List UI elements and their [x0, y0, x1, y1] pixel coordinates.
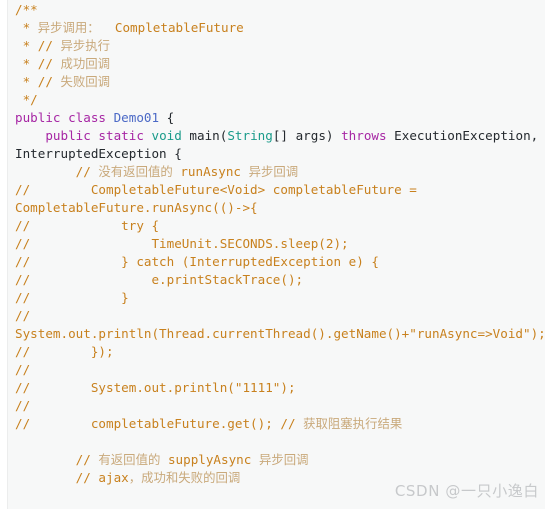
code-line: * // 失败回调	[15, 73, 545, 91]
code-token: runAsync	[172, 164, 249, 179]
code-token: [] args)	[272, 128, 342, 143]
code-token: void	[151, 128, 190, 143]
code-line: */	[15, 91, 545, 109]
csdn-watermark: CSDN @一只小逸白	[394, 482, 539, 500]
code-token: // ajax	[15, 470, 129, 485]
code-token: * //	[15, 74, 61, 89]
code-line: InterruptedException {	[15, 145, 545, 163]
code-line: //	[15, 397, 545, 415]
code-snippet-block: /** * 异步调用： CompletableFuture * // 异步执行 …	[7, 0, 545, 509]
code-token: //	[15, 308, 31, 323]
code-token: // CompletableFuture<Void> completableFu…	[15, 182, 417, 197]
code-line: // completableFuture.get(); // 获取阻塞执行结果	[15, 415, 545, 433]
code-line: CompletableFuture.runAsync(()->{	[15, 199, 545, 217]
code-line: // e.printStackTrace();	[15, 271, 545, 289]
code-token: System.out.println(Thread.currentThread(…	[15, 326, 545, 341]
code-lines-container: /** * 异步调用： CompletableFuture * // 异步执行 …	[15, 1, 545, 487]
code-token: CompletableFuture.runAsync(()->{	[15, 200, 258, 215]
code-token: 失败回调	[60, 74, 111, 89]
code-line: // } catch (InterruptedException e) {	[15, 253, 545, 271]
code-token: 成功回调	[60, 56, 111, 71]
code-token: //	[15, 398, 31, 413]
code-line: public static void main(String[] args) t…	[15, 127, 545, 145]
code-token: 异步调用：	[37, 20, 100, 35]
code-token: // TimeUnit.SECONDS.sleep(2);	[15, 236, 349, 251]
code-line: // });	[15, 343, 545, 361]
code-token: 异步回调	[258, 452, 309, 467]
code-token: // }	[15, 290, 129, 305]
code-token: 异步回调	[248, 164, 299, 179]
code-line: // TimeUnit.SECONDS.sleep(2);	[15, 235, 545, 253]
code-line: * // 成功回调	[15, 55, 545, 73]
code-line: // CompletableFuture<Void> completableFu…	[15, 181, 545, 199]
code-token: */	[15, 92, 38, 107]
code-token: main(	[189, 128, 228, 143]
code-token: {	[159, 110, 175, 125]
code-token: public static	[45, 128, 152, 143]
code-line: public class Demo01 {	[15, 109, 545, 127]
code-line: // 有返回值的 supplyAsync 异步回调	[15, 451, 545, 469]
code-token: // e.printStackTrace();	[15, 272, 304, 287]
code-token: CompletableFuture	[99, 20, 244, 35]
code-line: // System.out.println("1111");	[15, 379, 545, 397]
code-line: * // 异步执行	[15, 37, 545, 55]
code-token: * //	[15, 38, 61, 53]
code-token: InterruptedException {	[15, 146, 182, 161]
code-token: //	[15, 164, 99, 179]
code-token: 没有返回值的	[98, 164, 173, 179]
code-token: // } catch (InterruptedException e) {	[15, 254, 379, 269]
code-line: * 异步调用： CompletableFuture	[15, 19, 545, 37]
code-token: 有返回值的	[98, 452, 161, 467]
code-token: Demo01	[113, 110, 160, 125]
code-token: 获取阻塞执行结果	[303, 416, 403, 431]
code-token: /**	[15, 2, 38, 17]
code-token: // completableFuture.get(); //	[15, 416, 304, 431]
code-token: // });	[15, 344, 114, 359]
code-token: supplyAsync	[160, 452, 259, 467]
code-token: ，成功和失败的回调	[128, 470, 241, 485]
code-token: * //	[15, 56, 61, 71]
code-line: /**	[15, 1, 545, 19]
code-token: *	[15, 20, 38, 35]
code-token: //	[15, 362, 31, 377]
code-line: //	[15, 307, 545, 325]
code-token: throws	[341, 128, 395, 143]
code-token: String	[227, 128, 273, 143]
code-line: //	[15, 361, 545, 379]
code-token: ExecutionException,	[394, 128, 539, 143]
code-token: // try {	[15, 218, 160, 233]
code-line: // try {	[15, 217, 545, 235]
code-line: // 没有返回值的 runAsync 异步回调	[15, 163, 545, 181]
code-line: // }	[15, 289, 545, 307]
code-line: System.out.println(Thread.currentThread(…	[15, 325, 545, 343]
code-token: public class	[15, 110, 114, 125]
code-token: // System.out.println("1111");	[15, 380, 296, 395]
code-token: 异步执行	[60, 38, 111, 53]
code-token: //	[15, 452, 99, 467]
